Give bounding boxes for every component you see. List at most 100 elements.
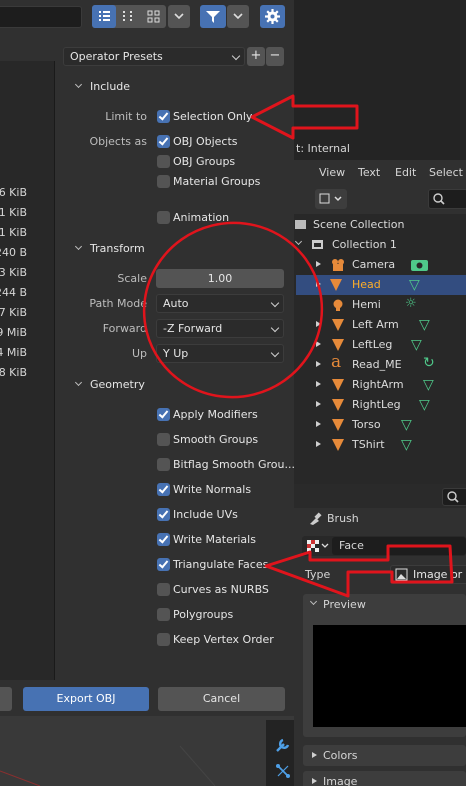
triangulate-faces-checkbox[interactable] xyxy=(157,558,170,571)
write-materials-checkbox[interactable] xyxy=(157,533,170,546)
image-label: Image xyxy=(323,775,358,786)
collection-icon xyxy=(312,240,323,249)
texture-type-value: Image or M xyxy=(413,568,463,581)
mesh-object-icon xyxy=(332,399,344,411)
display-settings-dropdown[interactable] xyxy=(168,5,190,28)
obj-groups-checkbox[interactable] xyxy=(157,155,170,168)
polygroups-checkbox[interactable] xyxy=(157,608,170,621)
operator-presets-dropdown[interactable]: Operator Presets xyxy=(63,47,245,66)
texture-name-field[interactable]: Face xyxy=(332,537,466,555)
outliner-row-torso[interactable]: Torso ▽ xyxy=(296,415,466,435)
filter-settings-dropdown[interactable] xyxy=(227,5,249,28)
outliner-label: Collection 1 xyxy=(332,238,397,251)
apply-modifiers-checkbox[interactable] xyxy=(157,408,170,421)
transform-section-header[interactable]: Transform xyxy=(63,240,285,258)
remove-preset-button[interactable]: − xyxy=(266,47,284,66)
settings-button[interactable] xyxy=(260,5,285,28)
menu-text[interactable]: Text xyxy=(358,166,380,179)
display-mode-dropdown[interactable] xyxy=(315,189,347,209)
outliner-search-input[interactable] xyxy=(428,189,466,209)
chevron-down-icon xyxy=(74,378,83,387)
file-size: 4 MiB xyxy=(0,346,27,359)
file-size: 3 KiB xyxy=(0,266,27,279)
constraints-tab[interactable] xyxy=(274,762,292,780)
horizontal-list-icon xyxy=(123,11,132,21)
chevron-right-icon xyxy=(316,421,321,427)
cancel-button[interactable]: Cancel xyxy=(158,687,285,711)
chevron-down-icon xyxy=(233,13,243,20)
export-obj-button[interactable]: Export OBJ xyxy=(23,687,149,711)
properties-header xyxy=(294,484,466,508)
outliner-row-leftleg[interactable]: LeftLeg ▽ xyxy=(296,335,466,355)
outliner-row-hemi[interactable]: Hemi ☼ xyxy=(296,295,466,315)
thumbnails-button[interactable] xyxy=(142,5,166,28)
include-uvs-checkbox[interactable] xyxy=(157,508,170,521)
operator-presets-label: Operator Presets xyxy=(70,50,163,63)
minus-icon: − xyxy=(269,48,281,63)
preview-header[interactable]: Preview xyxy=(303,596,466,614)
geometry-section-header[interactable]: Geometry xyxy=(63,376,285,394)
bitflag-smooth-groups-checkbox[interactable] xyxy=(157,458,170,471)
selection-only-label: Selection Only xyxy=(173,110,253,123)
right-top-area xyxy=(294,0,466,160)
outliner-row-camera[interactable]: Camera xyxy=(296,255,466,275)
menu-select[interactable]: Select xyxy=(429,166,463,179)
chevron-right-icon xyxy=(316,381,321,387)
image-panel-header[interactable]: Image xyxy=(303,771,466,786)
material-groups-checkbox[interactable] xyxy=(157,175,170,188)
file-size: 6 KiB xyxy=(0,186,27,199)
outliner-row-collection[interactable]: Collection 1 xyxy=(294,235,466,255)
tool-tab[interactable] xyxy=(274,736,292,754)
material-groups-label: Material Groups xyxy=(173,175,261,188)
menu-view[interactable]: View xyxy=(319,166,345,179)
outliner-row-head[interactable]: Head ▽ xyxy=(296,275,466,295)
animation-checkbox[interactable] xyxy=(157,211,170,224)
selection-only-checkbox[interactable] xyxy=(157,110,170,123)
add-preset-button[interactable]: + xyxy=(247,47,265,66)
chevron-right-icon xyxy=(316,361,321,367)
forward-axis-dropdown[interactable]: -Z Forward xyxy=(156,319,284,338)
keep-vertex-order-checkbox[interactable] xyxy=(157,633,170,646)
smooth-groups-checkbox[interactable] xyxy=(157,433,170,446)
outliner-row-tshirt[interactable]: TShirt ▽ xyxy=(296,435,466,455)
chevron-right-icon xyxy=(316,261,321,267)
polygroups-label: Polygroups xyxy=(173,608,234,621)
properties-search-input[interactable] xyxy=(442,488,466,506)
brush-texture-selector[interactable]: Face xyxy=(302,536,466,556)
obj-objects-checkbox[interactable] xyxy=(157,135,170,148)
texture-type-dropdown[interactable]: Image or M xyxy=(390,565,466,584)
up-axis-dropdown[interactable]: Y Up xyxy=(156,344,284,363)
write-normals-checkbox[interactable] xyxy=(157,483,170,496)
up-axis-value: Y Up xyxy=(163,347,189,360)
mesh-object-icon xyxy=(332,379,344,391)
outliner-row-left-arm[interactable]: Left Arm ▽ xyxy=(296,315,466,335)
grid-lines xyxy=(0,745,216,786)
colors-panel-header[interactable]: Colors xyxy=(303,745,466,766)
filter-button[interactable] xyxy=(200,5,226,28)
texture-name: Face xyxy=(339,539,364,552)
outliner-row-rightarm[interactable]: RightArm ▽ xyxy=(296,375,466,395)
type-label: Type xyxy=(305,568,331,581)
file-size: 9 MiB xyxy=(0,326,27,339)
scale-field[interactable]: 1.00 xyxy=(156,269,284,288)
outliner-row-scene-collection[interactable]: Scene Collection xyxy=(295,215,466,235)
horizontal-list-button[interactable] xyxy=(117,5,141,28)
chevron-down-icon xyxy=(270,323,280,333)
outliner-label: Camera xyxy=(352,258,396,271)
menu-edit[interactable]: Edit xyxy=(395,166,416,179)
filename-field[interactable] xyxy=(0,687,12,711)
curves-as-nurbs-checkbox[interactable] xyxy=(157,583,170,596)
plus-icon: + xyxy=(250,48,262,63)
image-icon xyxy=(395,568,408,581)
list-icon xyxy=(99,11,110,21)
geometry-header-label: Geometry xyxy=(90,378,145,391)
mesh-object-icon xyxy=(330,279,342,291)
path-mode-dropdown[interactable]: Auto xyxy=(156,294,284,313)
outliner-row-read-me[interactable]: a Read_ME ↻ xyxy=(296,352,466,375)
scene-collection-icon xyxy=(295,220,306,229)
include-section-header[interactable]: Include xyxy=(63,78,285,96)
vertical-list-button[interactable] xyxy=(92,5,116,28)
outliner-row-rightleg[interactable]: RightLeg ▽ xyxy=(296,395,466,415)
file-search-input[interactable] xyxy=(0,6,82,28)
light-data-icon: ☼ xyxy=(405,296,417,311)
